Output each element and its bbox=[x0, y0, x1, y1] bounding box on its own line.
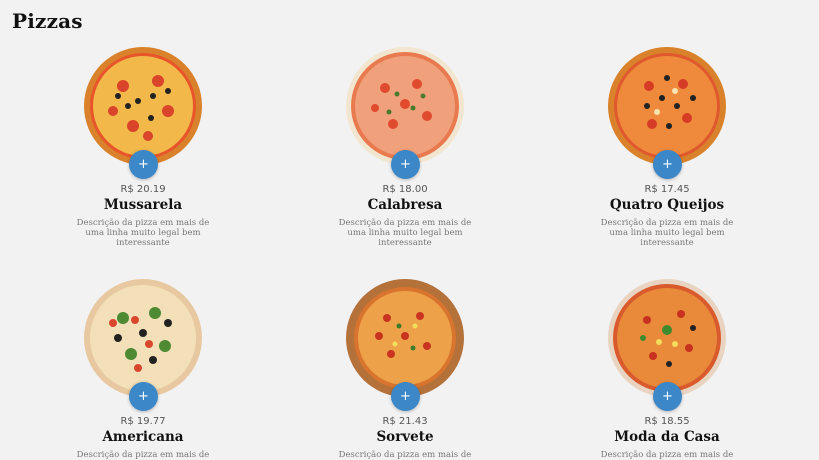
pizza-name: Calabresa bbox=[367, 197, 443, 213]
pizza-name: Sorvete bbox=[376, 429, 434, 445]
pizza-description: Descrição da pizza em mais de uma linha … bbox=[338, 218, 472, 248]
pizza-price: R$ 21.43 bbox=[382, 416, 428, 427]
pizza-image-wrap: + bbox=[83, 278, 203, 411]
pizza-image-wrap: + bbox=[607, 46, 727, 179]
add-to-cart-button[interactable]: + bbox=[653, 382, 682, 411]
pizza-image[interactable] bbox=[83, 278, 203, 398]
pizza-image-wrap: + bbox=[345, 278, 465, 411]
pizza-image[interactable] bbox=[83, 46, 203, 166]
pizza-description: Descrição da pizza em mais de bbox=[600, 450, 734, 460]
pizza-name: Mussarela bbox=[103, 197, 183, 213]
pizza-card-sorvete: + R$ 21.43 Sorvete Descrição da pizza em… bbox=[305, 278, 505, 460]
pizza-grid: + R$ 20.19 Mussarela Descrição da pizza … bbox=[0, 0, 819, 460]
pizza-card-americana: + R$ 19.77 Americana Descrição da pizza … bbox=[43, 278, 243, 460]
add-to-cart-button[interactable]: + bbox=[129, 150, 158, 179]
pizza-card-moda-da-casa: + R$ 18.55 Moda da Casa Descrição da piz… bbox=[567, 278, 767, 460]
pizza-image-wrap: + bbox=[345, 46, 465, 179]
pizza-description: Descrição da pizza em mais de bbox=[338, 450, 472, 460]
pizza-price: R$ 17.45 bbox=[644, 184, 690, 195]
add-to-cart-button[interactable]: + bbox=[653, 150, 682, 179]
pizza-image-wrap: + bbox=[607, 278, 727, 411]
pizza-description: Descrição da pizza em mais de uma linha … bbox=[600, 218, 734, 248]
pizza-price: R$ 18.55 bbox=[644, 416, 690, 427]
pizza-price: R$ 18.00 bbox=[382, 184, 428, 195]
add-to-cart-button[interactable]: + bbox=[391, 150, 420, 179]
pizza-price: R$ 20.19 bbox=[120, 184, 166, 195]
pizza-name: Quatro Queijos bbox=[609, 197, 725, 213]
pizza-card-calabresa: + R$ 18.00 Calabresa Descrição da pizza … bbox=[305, 46, 505, 248]
pizza-name: Americana bbox=[102, 429, 184, 445]
pizza-description: Descrição da pizza em mais de uma linha … bbox=[76, 218, 210, 248]
pizza-image[interactable] bbox=[607, 46, 727, 166]
pizza-image[interactable] bbox=[345, 46, 465, 166]
pizza-image[interactable] bbox=[345, 278, 465, 398]
pizza-price: R$ 19.77 bbox=[120, 416, 166, 427]
pizza-name: Moda da Casa bbox=[614, 429, 720, 445]
add-to-cart-button[interactable]: + bbox=[391, 382, 420, 411]
add-to-cart-button[interactable]: + bbox=[129, 382, 158, 411]
pizza-card-mussarela: + R$ 20.19 Mussarela Descrição da pizza … bbox=[43, 46, 243, 248]
pizza-description: Descrição da pizza em mais de bbox=[76, 450, 210, 460]
pizza-image-wrap: + bbox=[83, 46, 203, 179]
pizza-image[interactable] bbox=[607, 278, 727, 398]
pizza-card-quatro-queijos: + R$ 17.45 Quatro Queijos Descrição da p… bbox=[567, 46, 767, 248]
